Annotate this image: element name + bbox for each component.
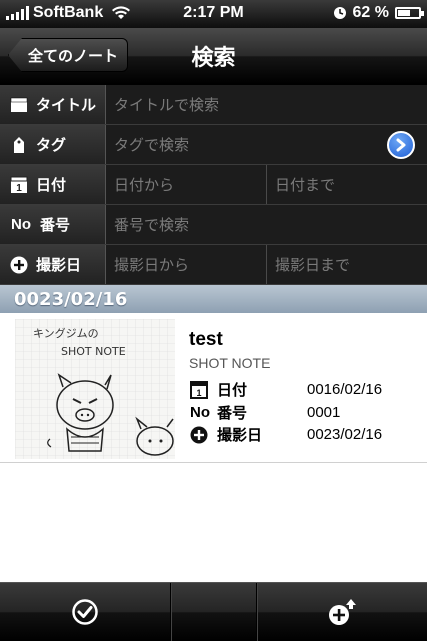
date-to-input[interactable]: 日付まで: [266, 165, 427, 204]
battery-percent: 62 %: [352, 4, 389, 21]
note-shoot-date-row: 撮影日 0023/02/16: [189, 424, 382, 445]
tag-label-cell: タグ: [0, 125, 106, 164]
date-label-cell: 1 日付: [0, 165, 106, 204]
number-label-cell: No 番号: [0, 205, 106, 244]
checkmark-circle-icon: [72, 599, 98, 625]
note-number-label: 番号: [217, 404, 248, 422]
toolbar-empty-slot: [171, 583, 256, 641]
title-label-cell: タイトル: [0, 85, 106, 124]
tag-search-input[interactable]: タグで検索: [106, 125, 427, 164]
plus-circle-icon: [189, 426, 209, 444]
select-button[interactable]: [0, 583, 170, 641]
bottom-toolbar: [0, 582, 427, 641]
section-header: 0023/02/16: [0, 285, 427, 313]
svg-text:1: 1: [196, 388, 201, 398]
page-title: 検索: [191, 46, 236, 71]
title-label: タイトル: [36, 96, 97, 114]
number-label: 番号: [40, 216, 71, 234]
tag-icon: [10, 136, 28, 154]
note-shoot-date-label: 撮影日: [217, 426, 263, 444]
note-title: test: [189, 329, 223, 350]
note-date-row: 1 日付 0016/02/16: [189, 379, 382, 400]
tag-label: タグ: [36, 136, 67, 154]
svg-text:1: 1: [16, 183, 22, 194]
add-upload-icon: [329, 599, 356, 625]
date-row: 1 日付 日付から 日付まで: [0, 165, 427, 205]
title-search-input[interactable]: タイトルで検索: [106, 85, 427, 124]
shoot-date-from-input[interactable]: 撮影日から: [106, 245, 266, 284]
number-icon: No: [190, 404, 210, 421]
tag-placeholder: タグで検索: [114, 136, 190, 154]
chevron-right-icon: [396, 138, 406, 152]
calendar-icon: 1: [10, 176, 28, 194]
note-subtitle: SHOT NOTE: [189, 355, 271, 371]
date-label: 日付: [36, 176, 67, 194]
tag-row: タグ タグで検索: [0, 125, 427, 165]
status-right: 62 %: [333, 4, 424, 22]
svg-text:SHOT NOTE: SHOT NOTE: [61, 345, 126, 358]
navigation-bar: 全てのノート 検索: [0, 28, 427, 85]
title-row: タイトル タイトルで検索: [0, 85, 427, 125]
number-search-input[interactable]: 番号で検索: [106, 205, 427, 244]
clock-icon: [333, 7, 346, 19]
title-icon: [10, 96, 28, 114]
shoot-date-label: 撮影日: [36, 256, 82, 274]
status-bar: SoftBank 2:17 PM 62 %: [0, 0, 427, 28]
note-list-item[interactable]: キングジムの SHOT NOTE test SHOT NOTE 1 日付 001…: [0, 313, 427, 463]
note-thumbnail: キングジムの SHOT NOTE: [15, 319, 175, 459]
search-form: タイトル タイトルで検索 タグ タグで検索 1 日付 日付から 日付まで No …: [0, 85, 427, 285]
shoot-date-label-cell: 撮影日: [0, 245, 106, 284]
number-icon: No: [11, 216, 31, 233]
plus-circle-icon: [10, 256, 28, 274]
note-shoot-date-value: 0023/02/16: [307, 426, 383, 443]
date-from-input[interactable]: 日付から: [106, 165, 266, 204]
tag-disclosure-button[interactable]: [387, 131, 415, 159]
note-date-value: 0016/02/16: [307, 381, 383, 398]
add-note-button[interactable]: [257, 583, 427, 641]
battery-icon: [395, 7, 424, 19]
note-number-row: No 番号 0001: [189, 402, 340, 423]
note-number-value: 0001: [307, 404, 341, 421]
shoot-date-to-input[interactable]: 撮影日まで: [266, 245, 427, 284]
battery-fill: [398, 10, 411, 16]
shoot-date-row: 撮影日 撮影日から 撮影日まで: [0, 245, 427, 285]
note-date-label: 日付: [217, 381, 248, 399]
calendar-icon: 1: [189, 380, 209, 399]
svg-text:キングジムの: キングジムの: [33, 326, 99, 340]
number-row: No 番号 番号で検索: [0, 205, 427, 245]
